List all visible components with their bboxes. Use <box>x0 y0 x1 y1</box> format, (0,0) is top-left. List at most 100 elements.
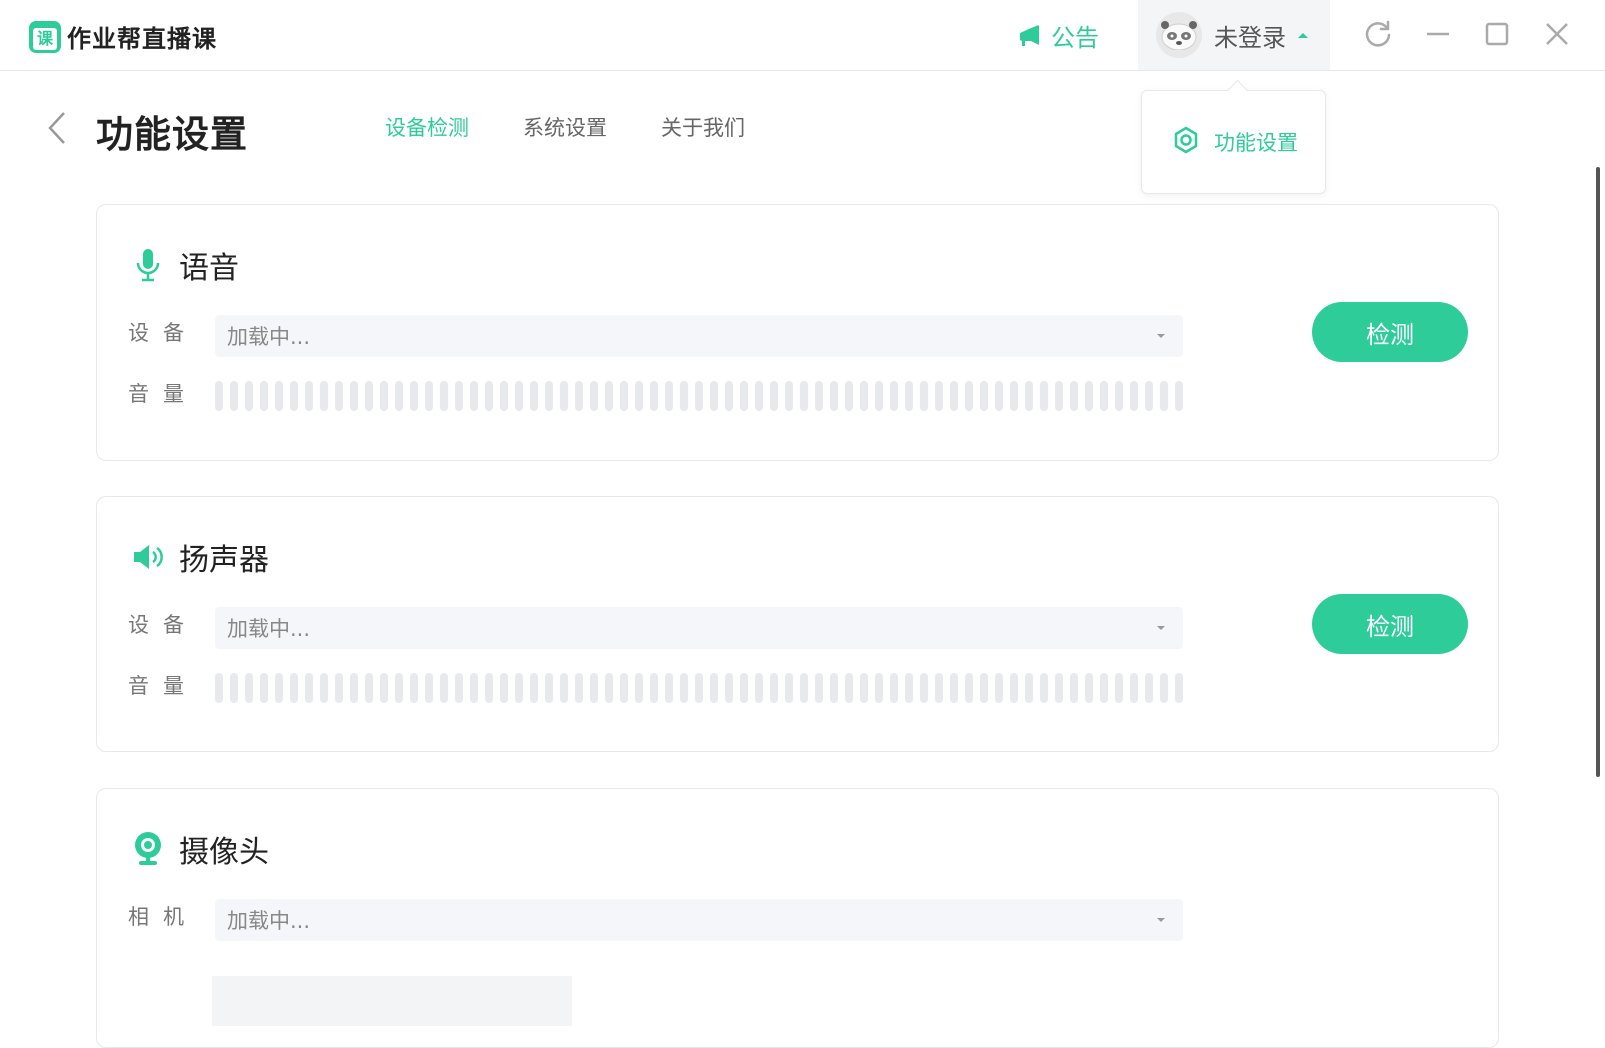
speaker-icon <box>131 543 165 571</box>
volume-segment <box>770 381 778 411</box>
speaker-check-button[interactable]: 检测 <box>1312 594 1468 654</box>
volume-segment <box>275 381 283 411</box>
volume-segment <box>755 381 763 411</box>
notice-label: 公告 <box>1051 24 1099 52</box>
volume-segment <box>590 381 598 411</box>
volume-segment <box>620 381 628 411</box>
voice-volume-meter <box>215 381 1190 411</box>
volume-segment <box>260 381 268 411</box>
volume-segment <box>890 381 898 411</box>
volume-segment <box>485 381 493 411</box>
volume-segment <box>740 381 748 411</box>
volume-segment <box>1040 381 1048 411</box>
volume-segment <box>365 381 373 411</box>
volume-segment <box>1025 381 1033 411</box>
tab-about-us[interactable]: 关于我们 <box>661 112 745 142</box>
volume-segment <box>680 673 688 703</box>
user-menu-toggle[interactable]: 未登录 <box>1138 0 1330 70</box>
volume-segment <box>410 673 418 703</box>
speaker-device-value: 加载中... <box>227 617 311 641</box>
volume-segment <box>785 673 793 703</box>
chevron-down-icon <box>1157 626 1165 630</box>
volume-segment <box>440 381 448 411</box>
voice-device-select[interactable]: 加载中... <box>215 315 1183 357</box>
close-icon[interactable] <box>1539 16 1575 52</box>
app-logo: 课 作业帮直播课 <box>29 19 217 54</box>
volume-segment <box>980 673 988 703</box>
volume-segment <box>875 673 883 703</box>
camera-select[interactable]: 加载中... <box>215 899 1183 941</box>
volume-segment <box>680 381 688 411</box>
speaker-volume-meter <box>215 673 1190 703</box>
speaker-title: 扬声器 <box>131 535 269 579</box>
volume-segment <box>395 381 403 411</box>
volume-segment <box>800 381 808 411</box>
volume-segment <box>260 673 268 703</box>
camera-icon <box>131 831 165 867</box>
menu-item-function-settings[interactable]: 功能设置 <box>1214 127 1298 157</box>
volume-segment <box>245 381 253 411</box>
volume-segment <box>440 673 448 703</box>
volume-segment <box>485 673 493 703</box>
tab-system-settings[interactable]: 系统设置 <box>523 112 607 142</box>
volume-segment <box>515 673 523 703</box>
volume-segment <box>1175 381 1183 411</box>
volume-segment <box>695 381 703 411</box>
volume-segment <box>725 381 733 411</box>
volume-segment <box>1145 673 1153 703</box>
voice-check-button[interactable]: 检测 <box>1312 302 1468 362</box>
volume-segment <box>230 381 238 411</box>
page-title: 功能设置 <box>96 113 248 156</box>
volume-segment <box>1130 673 1138 703</box>
volume-segment <box>215 381 223 411</box>
volume-segment <box>875 381 883 411</box>
volume-segment <box>530 381 538 411</box>
volume-segment <box>950 673 958 703</box>
volume-segment <box>1145 381 1153 411</box>
volume-segment <box>935 381 943 411</box>
volume-segment <box>665 673 673 703</box>
volume-segment <box>590 673 598 703</box>
camera-value: 加载中... <box>227 909 311 933</box>
volume-segment <box>935 673 943 703</box>
volume-segment <box>1175 673 1183 703</box>
volume-segment <box>470 673 478 703</box>
voice-title: 语音 <box>131 243 239 287</box>
volume-segment <box>755 673 763 703</box>
volume-segment <box>425 673 433 703</box>
volume-segment <box>365 673 373 703</box>
scrollbar[interactable] <box>1596 167 1600 777</box>
volume-segment <box>575 381 583 411</box>
volume-segment <box>470 381 478 411</box>
volume-segment <box>380 673 388 703</box>
volume-segment <box>500 673 508 703</box>
volume-segment <box>815 673 823 703</box>
tab-device-check[interactable]: 设备检测 <box>385 112 469 142</box>
volume-segment <box>1100 673 1108 703</box>
user-dropdown-menu: 功能设置 <box>1141 90 1326 194</box>
maximize-icon[interactable] <box>1479 16 1515 52</box>
volume-segment <box>665 381 673 411</box>
volume-segment <box>560 381 568 411</box>
volume-segment <box>605 381 613 411</box>
volume-segment <box>890 673 898 703</box>
refresh-icon[interactable] <box>1360 16 1396 52</box>
volume-segment <box>350 381 358 411</box>
volume-segment <box>1040 673 1048 703</box>
notice-button[interactable]: 公告 <box>1017 18 1099 53</box>
volume-segment <box>455 673 463 703</box>
volume-segment <box>1085 673 1093 703</box>
volume-segment <box>575 673 583 703</box>
volume-segment <box>1010 381 1018 411</box>
volume-segment <box>710 673 718 703</box>
minimize-icon[interactable] <box>1420 16 1456 52</box>
volume-segment <box>245 673 253 703</box>
volume-segment <box>995 673 1003 703</box>
speaker-device-select[interactable]: 加载中... <box>215 607 1183 649</box>
volume-segment <box>395 673 403 703</box>
volume-segment <box>800 673 808 703</box>
back-icon[interactable] <box>46 110 68 150</box>
volume-segment <box>695 673 703 703</box>
volume-segment <box>1115 673 1123 703</box>
volume-segment <box>650 381 658 411</box>
